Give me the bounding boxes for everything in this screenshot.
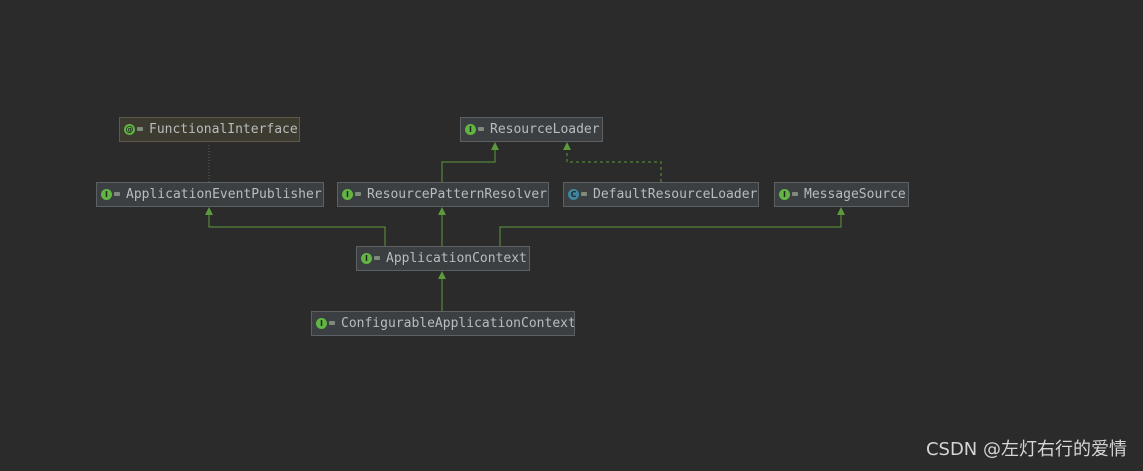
interface-icon: I [465, 124, 476, 135]
node-configurable-application-context[interactable]: I ConfigurableApplicationContext [311, 311, 575, 336]
node-label: ApplicationContext [386, 251, 527, 266]
node-application-event-publisher[interactable]: I ApplicationEventPublisher [96, 182, 324, 207]
node-label: DefaultResourceLoader [593, 187, 758, 202]
diagram-edges [205, 142, 845, 311]
node-label: ConfigurableApplicationContext [341, 316, 575, 331]
node-label: ApplicationEventPublisher [126, 187, 322, 202]
watermark: CSDN @左灯右行的爱情 [925, 439, 1127, 460]
visibility-icon [329, 320, 336, 327]
node-default-resource-loader[interactable]: C DefaultResourceLoader [563, 182, 759, 207]
edge-application-context-to-application-event-publisher [205, 207, 386, 246]
class-icon: C [568, 189, 579, 200]
node-resource-loader[interactable]: I ResourceLoader [460, 117, 603, 142]
interface-icon: I [779, 189, 790, 200]
visibility-icon [114, 191, 121, 198]
visibility-icon [355, 191, 362, 198]
interface-icon: I [101, 189, 112, 200]
node-label: FunctionalInterface [149, 122, 298, 137]
node-functional-interface[interactable]: @ FunctionalInterface [119, 117, 300, 142]
node-message-source[interactable]: I MessageSource [774, 182, 909, 207]
edge-resource-pattern-resolver-to-resource-loader [441, 142, 499, 182]
edge-default-resource-loader-to-resource-loader [563, 142, 662, 182]
interface-icon: I [342, 189, 353, 200]
visibility-icon [792, 191, 799, 198]
node-application-context[interactable]: I ApplicationContext [356, 246, 530, 271]
node-label: MessageSource [804, 187, 906, 202]
visibility-icon [374, 255, 381, 262]
visibility-icon [581, 191, 588, 198]
edge-application-context-to-message-source [499, 207, 845, 246]
node-label: ResourceLoader [490, 122, 600, 137]
node-resource-pattern-resolver[interactable]: I ResourcePatternResolver [337, 182, 549, 207]
interface-icon: I [361, 253, 372, 264]
annotation-icon: @ [124, 124, 135, 135]
node-label: ResourcePatternResolver [367, 187, 548, 202]
visibility-icon [137, 126, 144, 133]
interface-icon: I [316, 318, 327, 329]
visibility-icon [478, 126, 485, 133]
